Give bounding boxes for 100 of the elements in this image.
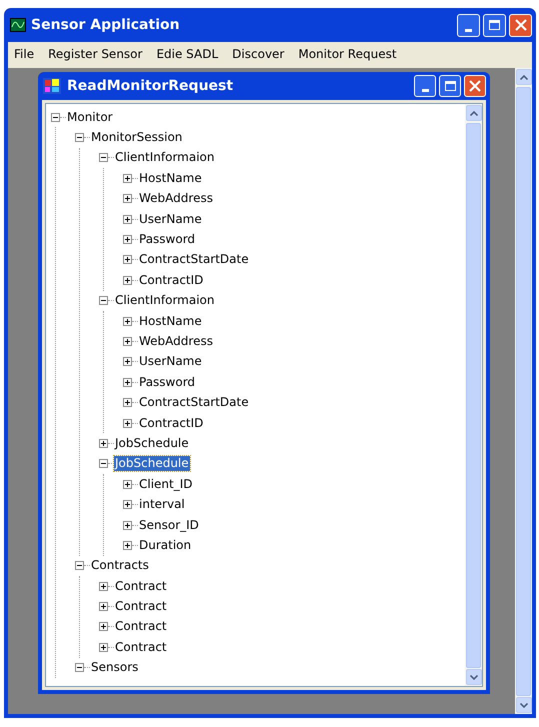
menu-item[interactable]: Edie SADL (156, 45, 218, 63)
expand-toggle[interactable] (99, 582, 108, 591)
minus-icon (101, 155, 106, 160)
window-title: Sensor Application (31, 16, 180, 34)
tree-item[interactable]: JobSchedule (114, 456, 190, 472)
collapse-toggle[interactable] (99, 153, 108, 162)
expand-toggle[interactable] (123, 316, 132, 326)
tree-item[interactable]: ContractID (138, 272, 204, 288)
expand-toggle[interactable] (99, 438, 108, 448)
collapse-toggle[interactable] (75, 663, 84, 672)
tree-item[interactable]: ClientInformaion (114, 150, 216, 166)
menu-item[interactable]: Discover (232, 45, 284, 63)
form-icon (43, 78, 61, 94)
minus-icon (77, 563, 82, 568)
plus-icon (125, 338, 130, 344)
expand-toggle[interactable] (123, 235, 132, 244)
plus-icon (101, 440, 106, 446)
tree-item[interactable]: WebAddress (138, 191, 214, 206)
minimize-button[interactable] (457, 14, 480, 36)
collapse-toggle[interactable] (51, 112, 60, 122)
menu-item[interactable]: Register Sensor (48, 45, 142, 63)
vertical-scrollbar[interactable] (465, 104, 482, 686)
plus-icon (125, 522, 130, 528)
expand-toggle[interactable] (99, 622, 108, 632)
scroll-down-button[interactable] (466, 669, 482, 685)
close-icon (469, 80, 481, 92)
tree-item[interactable]: Client_ID (138, 476, 194, 492)
tree-item[interactable]: interval (138, 497, 186, 512)
tree-item[interactable]: JobSchedule (114, 436, 190, 451)
expand-toggle[interactable] (123, 500, 132, 510)
child-window-title: ReadMonitorRequest (67, 76, 234, 96)
close-icon (514, 19, 526, 31)
plus-icon (125, 176, 130, 181)
tree-item[interactable]: Duration (138, 538, 192, 553)
plus-icon (125, 278, 130, 283)
tree-item[interactable]: Contract (114, 599, 168, 614)
expand-toggle[interactable] (123, 336, 132, 346)
tree-item[interactable]: Password (138, 374, 196, 390)
tree-item[interactable]: ContractStartDate (138, 395, 250, 410)
close-button[interactable] (464, 75, 486, 97)
collapse-toggle[interactable] (75, 133, 84, 142)
tree-item[interactable]: ContractID (138, 416, 204, 431)
expand-toggle[interactable] (99, 602, 108, 612)
menu-item[interactable]: Monitor Request (298, 45, 397, 63)
collapse-toggle[interactable] (99, 296, 108, 306)
monitor-icon (10, 18, 26, 32)
scroll-thumb[interactable] (516, 87, 531, 696)
collapse-toggle[interactable] (75, 561, 84, 570)
maximize-icon (444, 81, 456, 91)
expand-toggle[interactable] (123, 418, 132, 428)
tree-item[interactable]: Contract (114, 619, 168, 634)
scroll-down-button[interactable] (516, 697, 532, 713)
close-button[interactable] (509, 14, 532, 36)
plus-icon (125, 257, 130, 262)
plus-icon (101, 624, 106, 630)
tree-item[interactable]: WebAddress (138, 334, 214, 349)
expand-toggle[interactable] (123, 194, 132, 204)
plus-icon (125, 400, 130, 406)
expand-toggle[interactable] (123, 480, 132, 489)
scroll-up-button[interactable] (516, 69, 532, 85)
minus-icon (77, 135, 82, 140)
scroll-up-button[interactable] (466, 105, 482, 121)
expand-toggle[interactable] (123, 174, 132, 183)
tree-item[interactable]: UserName (138, 212, 203, 227)
tree-item[interactable]: MonitorSession (90, 130, 184, 146)
minus-icon (101, 461, 106, 466)
expand-toggle[interactable] (123, 520, 132, 530)
vertical-scrollbar[interactable] (515, 68, 532, 714)
plus-icon (125, 380, 130, 385)
plus-icon (125, 420, 130, 426)
collapse-toggle[interactable] (99, 459, 108, 468)
expand-toggle[interactable] (123, 398, 132, 408)
tree-item[interactable]: ClientInformaion (114, 293, 216, 308)
maximize-button[interactable] (483, 14, 506, 36)
tree-item[interactable]: Password (138, 232, 196, 248)
tree-item[interactable]: Sensor_ID (138, 518, 200, 532)
expand-toggle[interactable] (123, 276, 132, 285)
scroll-thumb[interactable] (466, 123, 481, 668)
menu-item[interactable]: File (14, 45, 34, 63)
maximize-button[interactable] (439, 75, 461, 97)
plus-icon (101, 584, 106, 589)
tree-item[interactable]: HostName (138, 314, 203, 329)
minimize-button[interactable] (414, 75, 436, 97)
plus-icon (125, 542, 130, 548)
tree-item[interactable]: UserName (138, 354, 203, 370)
expand-toggle[interactable] (123, 255, 132, 264)
expand-toggle[interactable] (123, 540, 132, 550)
tree-item[interactable]: Contract (114, 640, 168, 655)
minimize-icon (422, 89, 428, 92)
tree-item[interactable]: Sensors (90, 660, 140, 676)
tree-item[interactable]: Contracts (90, 558, 150, 574)
expand-toggle[interactable] (123, 357, 132, 366)
expand-toggle[interactable] (123, 378, 132, 387)
tree-item[interactable]: Contract (114, 578, 168, 594)
tree-item[interactable]: ContractStartDate (138, 252, 250, 268)
expand-toggle[interactable] (123, 214, 132, 224)
tree-item[interactable]: HostName (138, 170, 203, 186)
minus-icon (53, 114, 58, 120)
expand-toggle[interactable] (99, 642, 108, 652)
tree-item[interactable]: Monitor (66, 110, 114, 125)
